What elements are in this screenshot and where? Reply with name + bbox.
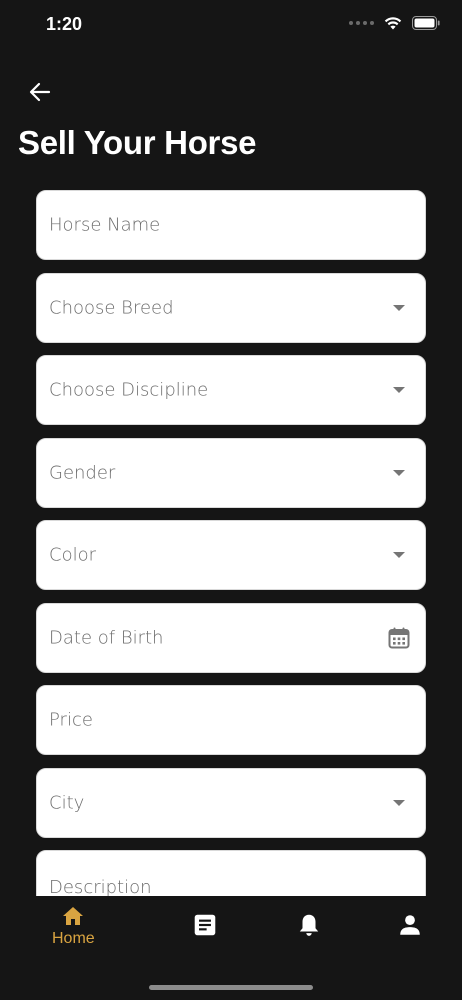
status-time: 1:20 — [46, 14, 83, 34]
horse-name-placeholder: Horse Name — [49, 214, 161, 236]
price-field[interactable]: Price — [36, 685, 426, 755]
nav-item-notifications[interactable] — [296, 912, 322, 938]
person-icon — [400, 915, 420, 935]
document-icon — [194, 914, 216, 936]
battery-icon — [412, 16, 440, 30]
date-of-birth-field[interactable]: Date of Birth — [36, 602, 426, 673]
description-placeholder: Description — [49, 877, 152, 896]
wifi-icon — [384, 17, 402, 30]
horse-name-field[interactable]: Horse Name — [36, 190, 426, 260]
gender-dropdown[interactable]: Gender — [36, 437, 426, 508]
home-icon — [63, 907, 84, 925]
description-field[interactable]: Description — [36, 850, 426, 896]
status-bar: 1:20 — [0, 0, 462, 52]
status-icons — [349, 16, 440, 30]
city-dropdown[interactable]: City — [36, 767, 426, 838]
discipline-dropdown[interactable]: Choose Discipline — [36, 355, 426, 425]
cellular-signal-icon — [349, 21, 374, 25]
back-button[interactable] — [26, 78, 54, 106]
date-of-birth-placeholder: Date of Birth — [49, 627, 164, 648]
nav-item-profile[interactable] — [397, 912, 423, 938]
breed-placeholder: Choose Breed — [49, 297, 174, 318]
home-indicator — [149, 985, 313, 990]
arrow-left-icon — [29, 82, 51, 102]
nav-item-home[interactable]: Home — [52, 904, 95, 948]
color-dropdown[interactable]: Color — [36, 520, 426, 590]
dropdown-arrow-icon — [393, 304, 405, 311]
dropdown-arrow-icon — [393, 552, 405, 558]
sell-horse-form: Horse Name Choose Breed Choose Disciplin… — [36, 190, 426, 896]
price-placeholder: Price — [49, 709, 93, 731]
nav-label-home: Home — [52, 930, 95, 947]
dropdown-arrow-icon — [393, 799, 405, 806]
nav-item-listings[interactable] — [192, 912, 218, 938]
city-placeholder: City — [49, 792, 85, 813]
gender-placeholder: Gender — [49, 462, 116, 483]
discipline-placeholder: Choose Discipline — [49, 379, 209, 401]
calendar-icon[interactable] — [387, 626, 411, 650]
breed-dropdown[interactable]: Choose Breed — [36, 272, 426, 343]
page-title: Sell Your Horse — [18, 124, 257, 161]
dropdown-arrow-icon — [393, 469, 405, 476]
dropdown-arrow-icon — [393, 387, 405, 393]
bell-icon — [299, 914, 319, 936]
color-placeholder: Color — [49, 544, 96, 566]
